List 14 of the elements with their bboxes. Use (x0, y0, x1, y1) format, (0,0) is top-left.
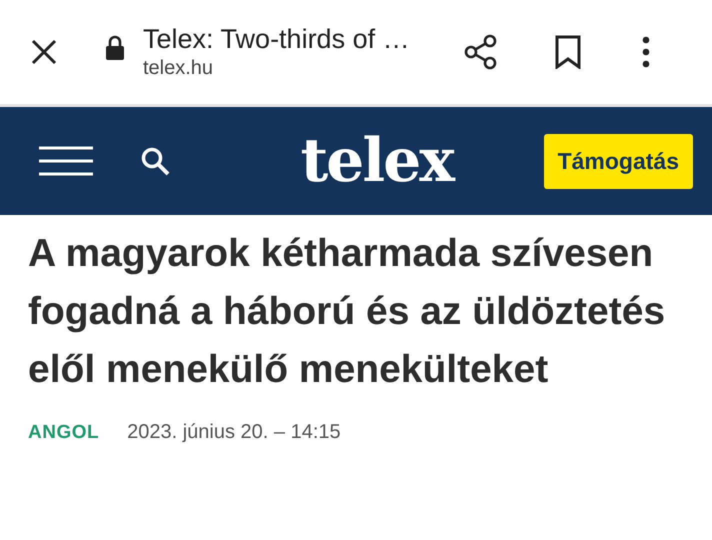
category-link[interactable]: ANGOL (28, 422, 100, 444)
lock-icon (105, 35, 125, 61)
site-logo[interactable]: telex (300, 126, 454, 196)
menu-icon[interactable] (39, 146, 93, 176)
share-icon[interactable] (463, 33, 499, 71)
bookmark-icon[interactable] (555, 35, 581, 69)
menu-icon[interactable] (642, 36, 650, 68)
search-icon[interactable] (140, 146, 170, 176)
publish-date: 2023. június 20. – 14:15 (127, 421, 341, 444)
article-headline: A magyarok kétharmada szívesen fogadná a háború és az üldöztetés elől menekülő menekülteket (28, 231, 666, 393)
close-icon[interactable] (30, 38, 58, 66)
page-title: Telex: Two-thirds of … (143, 23, 411, 55)
support-button[interactable]: Támogatás (544, 134, 693, 188)
page-url: telex.hu (143, 56, 214, 81)
